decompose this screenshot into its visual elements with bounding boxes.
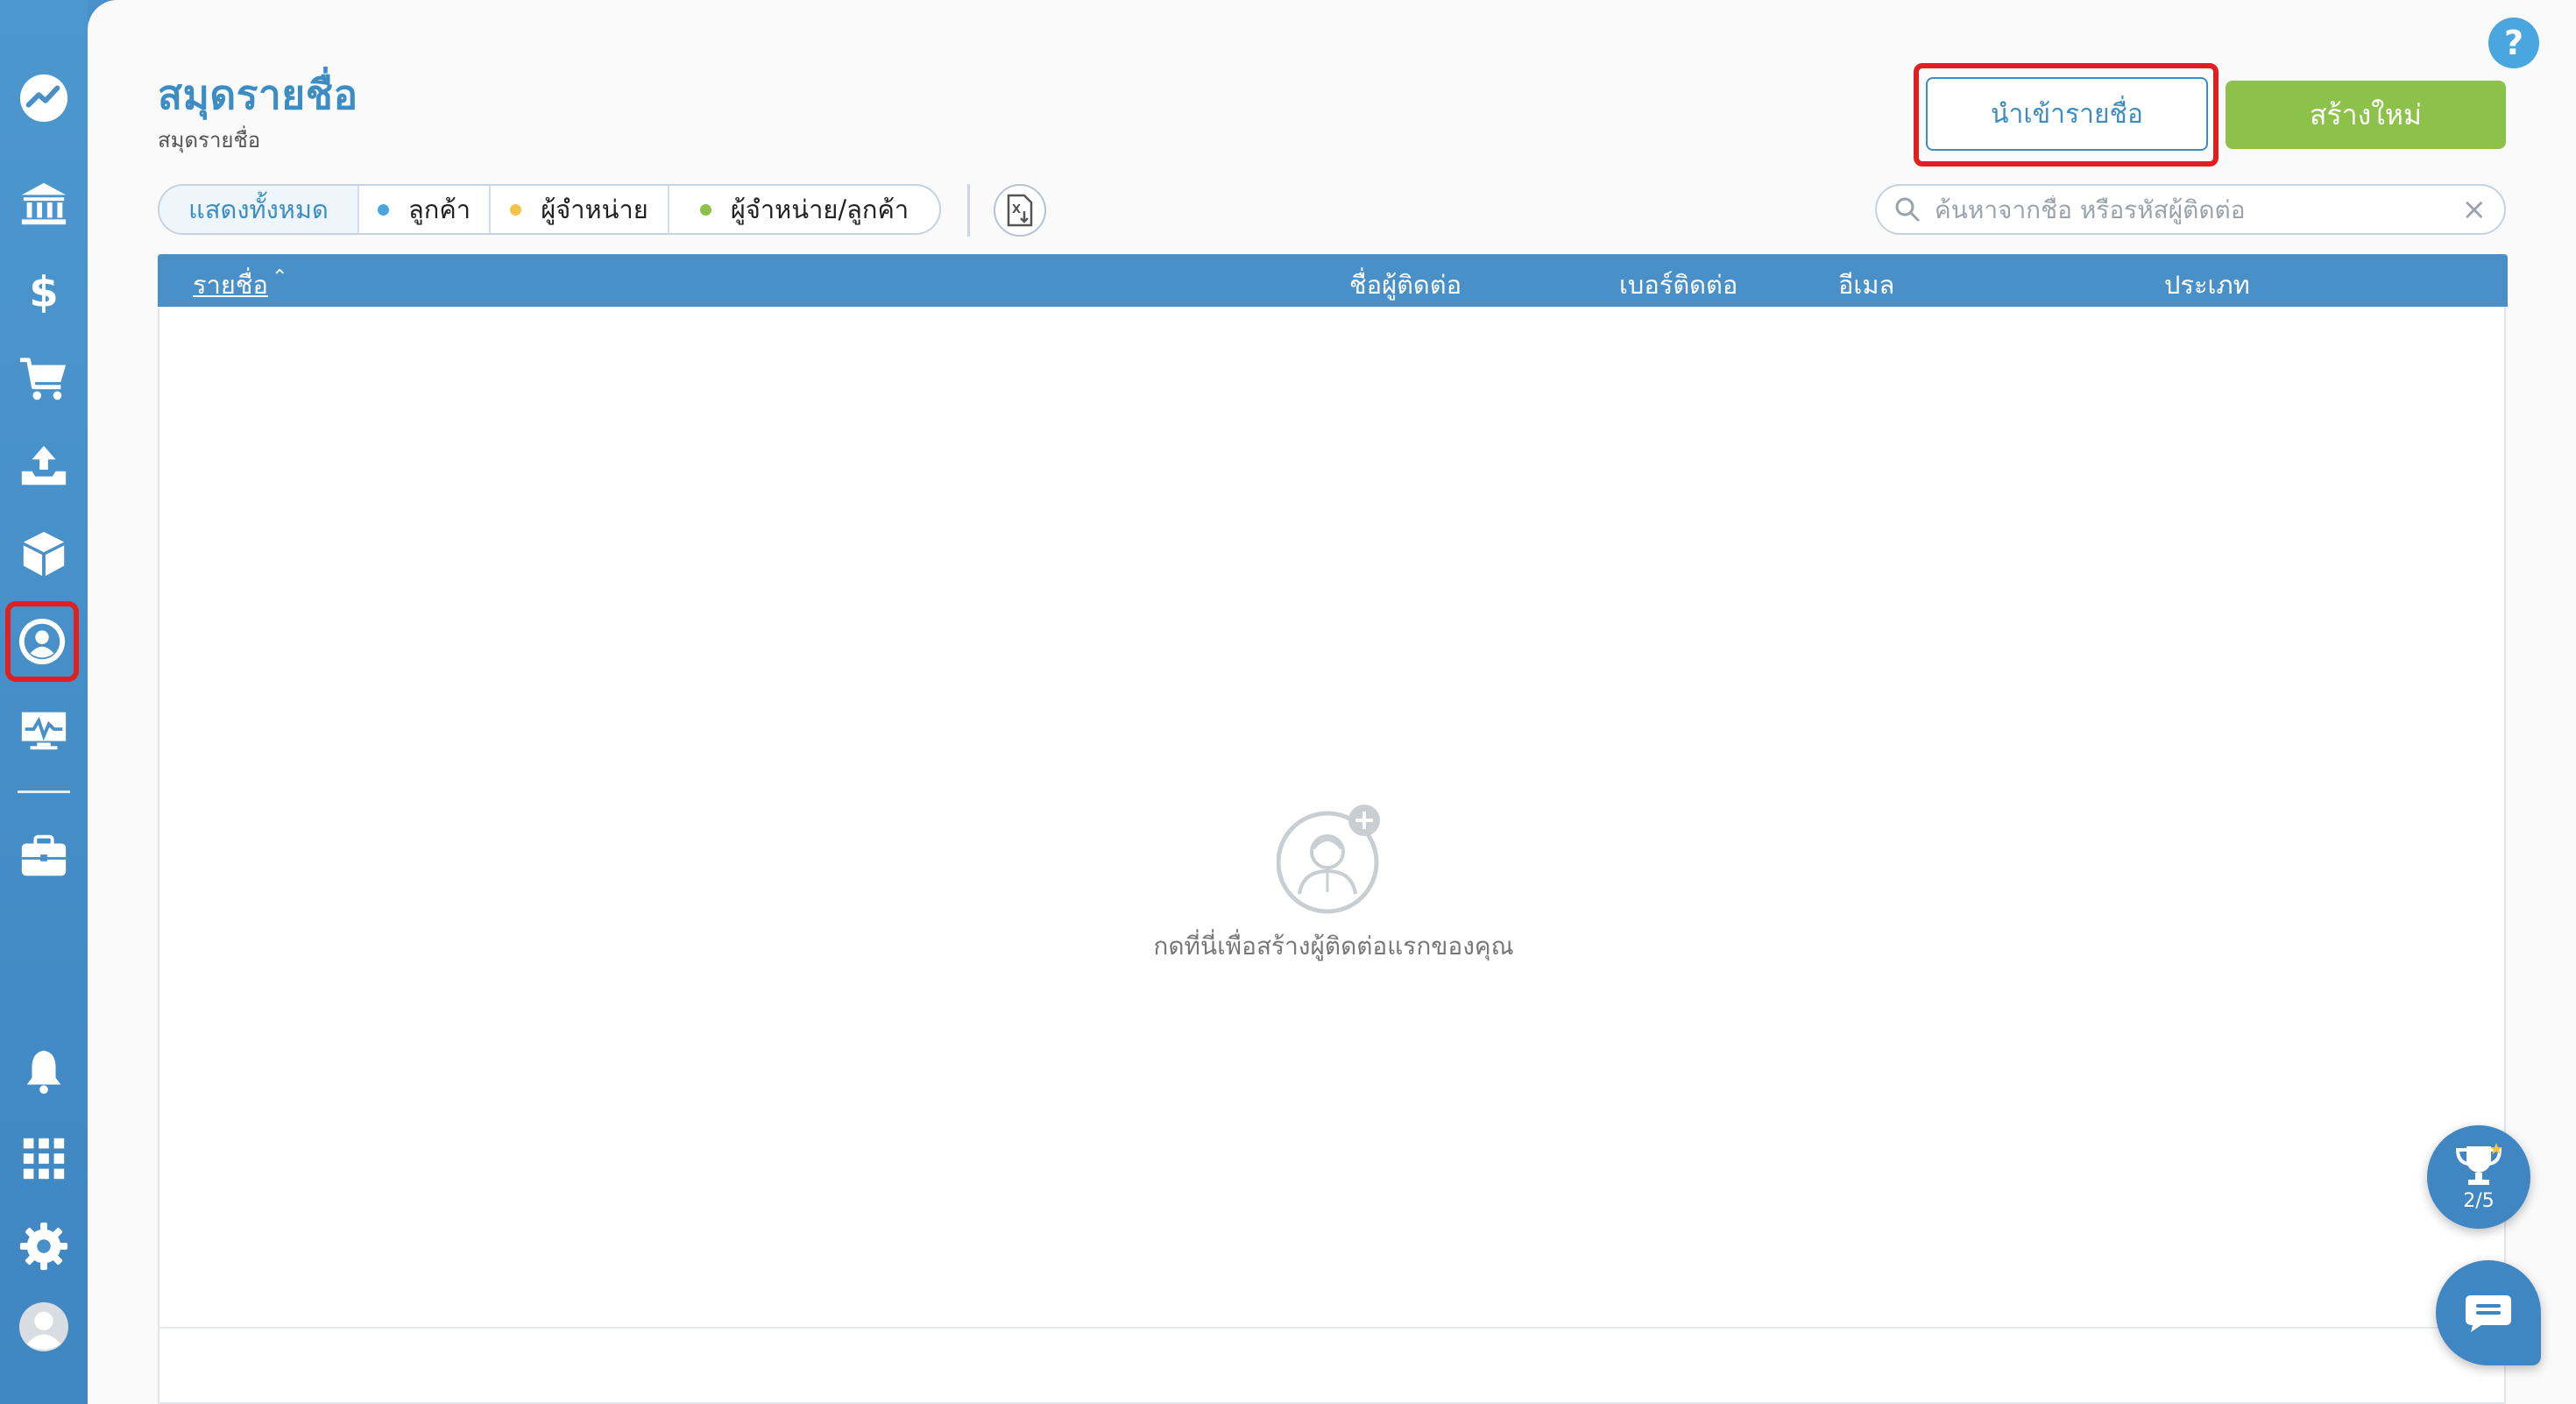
chart-line-icon [19,74,68,123]
nav-reports[interactable] [9,694,79,764]
upload-tray-icon [21,445,67,486]
achievements-button[interactable]: 2/5 [2427,1125,2530,1229]
bank-icon [21,182,67,225]
add-contact-icon [1277,805,1380,914]
column-name-label: รายชื่อ [193,270,268,300]
empty-state-create-contact[interactable]: กดที่นี่เพื่อสร้างผู้ติดต่อแรกของคุณ [1071,801,1596,966]
column-header-phone[interactable]: เบอร์ติดต่อ [1619,265,1737,305]
excel-export-icon: X [1007,194,1033,227]
page-title: สมุดรายชื่อ [158,71,358,118]
nav-business[interactable] [9,820,79,890]
dollar-icon: $ [29,267,59,316]
filter-all[interactable]: แสดงทั้งหมด [159,186,359,233]
chat-icon [2466,1295,2511,1332]
cart-icon [19,358,67,401]
nav-settings[interactable] [9,1211,79,1281]
briefcase-icon [21,834,67,876]
box-icon [23,531,65,577]
sidebar-divider [18,791,70,793]
filter-vendor[interactable]: ผู้จำหน่าย [491,186,669,233]
vendor-dot-icon [510,203,522,216]
filter-vendor-customer[interactable]: ผู้จำหน่าย/ลูกค้า [669,186,939,233]
nav-contacts[interactable] [5,601,79,682]
table-header: รายชื่อ ⌃ ชื่อผู้ติดต่อ เบอร์ติดต่อ อีเม… [158,254,2508,307]
search-icon [1895,197,1920,222]
column-header-contact-person[interactable]: ชื่อผู้ติดต่อ [1349,265,1461,305]
svg-text:X: X [1012,203,1021,216]
nav-products[interactable] [9,519,79,589]
vendor-customer-dot-icon [699,203,711,216]
column-header-type[interactable]: ประเภท [2164,265,2250,305]
bell-icon [26,1050,61,1095]
nav-bank[interactable] [9,168,79,238]
nav-dashboard[interactable] [9,63,79,133]
help-button[interactable]: ? [2488,18,2539,68]
customer-dot-icon [377,203,389,216]
chat-button[interactable] [2436,1260,2541,1365]
nav-expenses[interactable] [9,344,79,414]
search-input[interactable] [1935,195,2462,224]
nav-apps[interactable] [9,1124,79,1194]
contacts-table: รายชื่อ ⌃ ชื่อผู้ติดต่อ เบอร์ติดต่อ อีเม… [158,254,2508,1404]
table-footer-divider [159,1327,2504,1329]
filter-label: ผู้จำหน่าย [541,195,648,224]
contact-type-filter: แสดงทั้งหมด ลูกค้า ผู้จำหน่าย ผู้จำหน่าย… [158,184,941,235]
toolbar-divider [967,184,970,237]
nav-upload[interactable] [9,431,79,501]
nav-profile[interactable] [9,1292,79,1362]
clear-search-icon[interactable]: × [2462,195,2488,224]
nav-notifications[interactable] [9,1036,79,1106]
user-circle-icon [18,618,66,665]
main-panel: สมุดรายชื่อ สมุดรายชื่อ ? นำเข้ารายชื่อ … [88,0,2576,1404]
column-header-email[interactable]: อีเมล [1838,265,1894,305]
create-new-button[interactable]: สร้างใหม่ [2226,81,2506,149]
export-excel-button[interactable]: X [994,184,1046,237]
avatar-icon [18,1301,69,1352]
filter-label: ผู้จำหน่าย/ลูกค้า [730,195,909,224]
trophy-icon [2455,1142,2502,1185]
achievements-progress: 2/5 [2463,1189,2495,1212]
svg-text:$: $ [29,267,59,316]
empty-state-text: กดที่นี่เพื่อสร้างผู้ติดต่อแรกของคุณ [1153,932,1514,961]
filter-label: แสดงทั้งหมด [188,195,329,224]
breadcrumb: สมุดรายชื่อ [158,128,261,152]
nav-income[interactable]: $ [9,256,79,326]
monitor-pulse-icon [21,712,67,750]
sidebar: $ [0,0,88,1404]
filter-label: ลูกค้า [407,195,471,224]
grid-icon [23,1138,65,1180]
sort-asc-icon[interactable]: ⌃ [272,266,287,288]
import-contacts-button[interactable]: นำเข้ารายชื่อ [1926,77,2208,151]
filter-customer[interactable]: ลูกค้า [359,186,491,233]
gear-icon [19,1222,68,1271]
column-header-name[interactable]: รายชื่อ [193,265,268,305]
search-box: × [1875,184,2506,235]
